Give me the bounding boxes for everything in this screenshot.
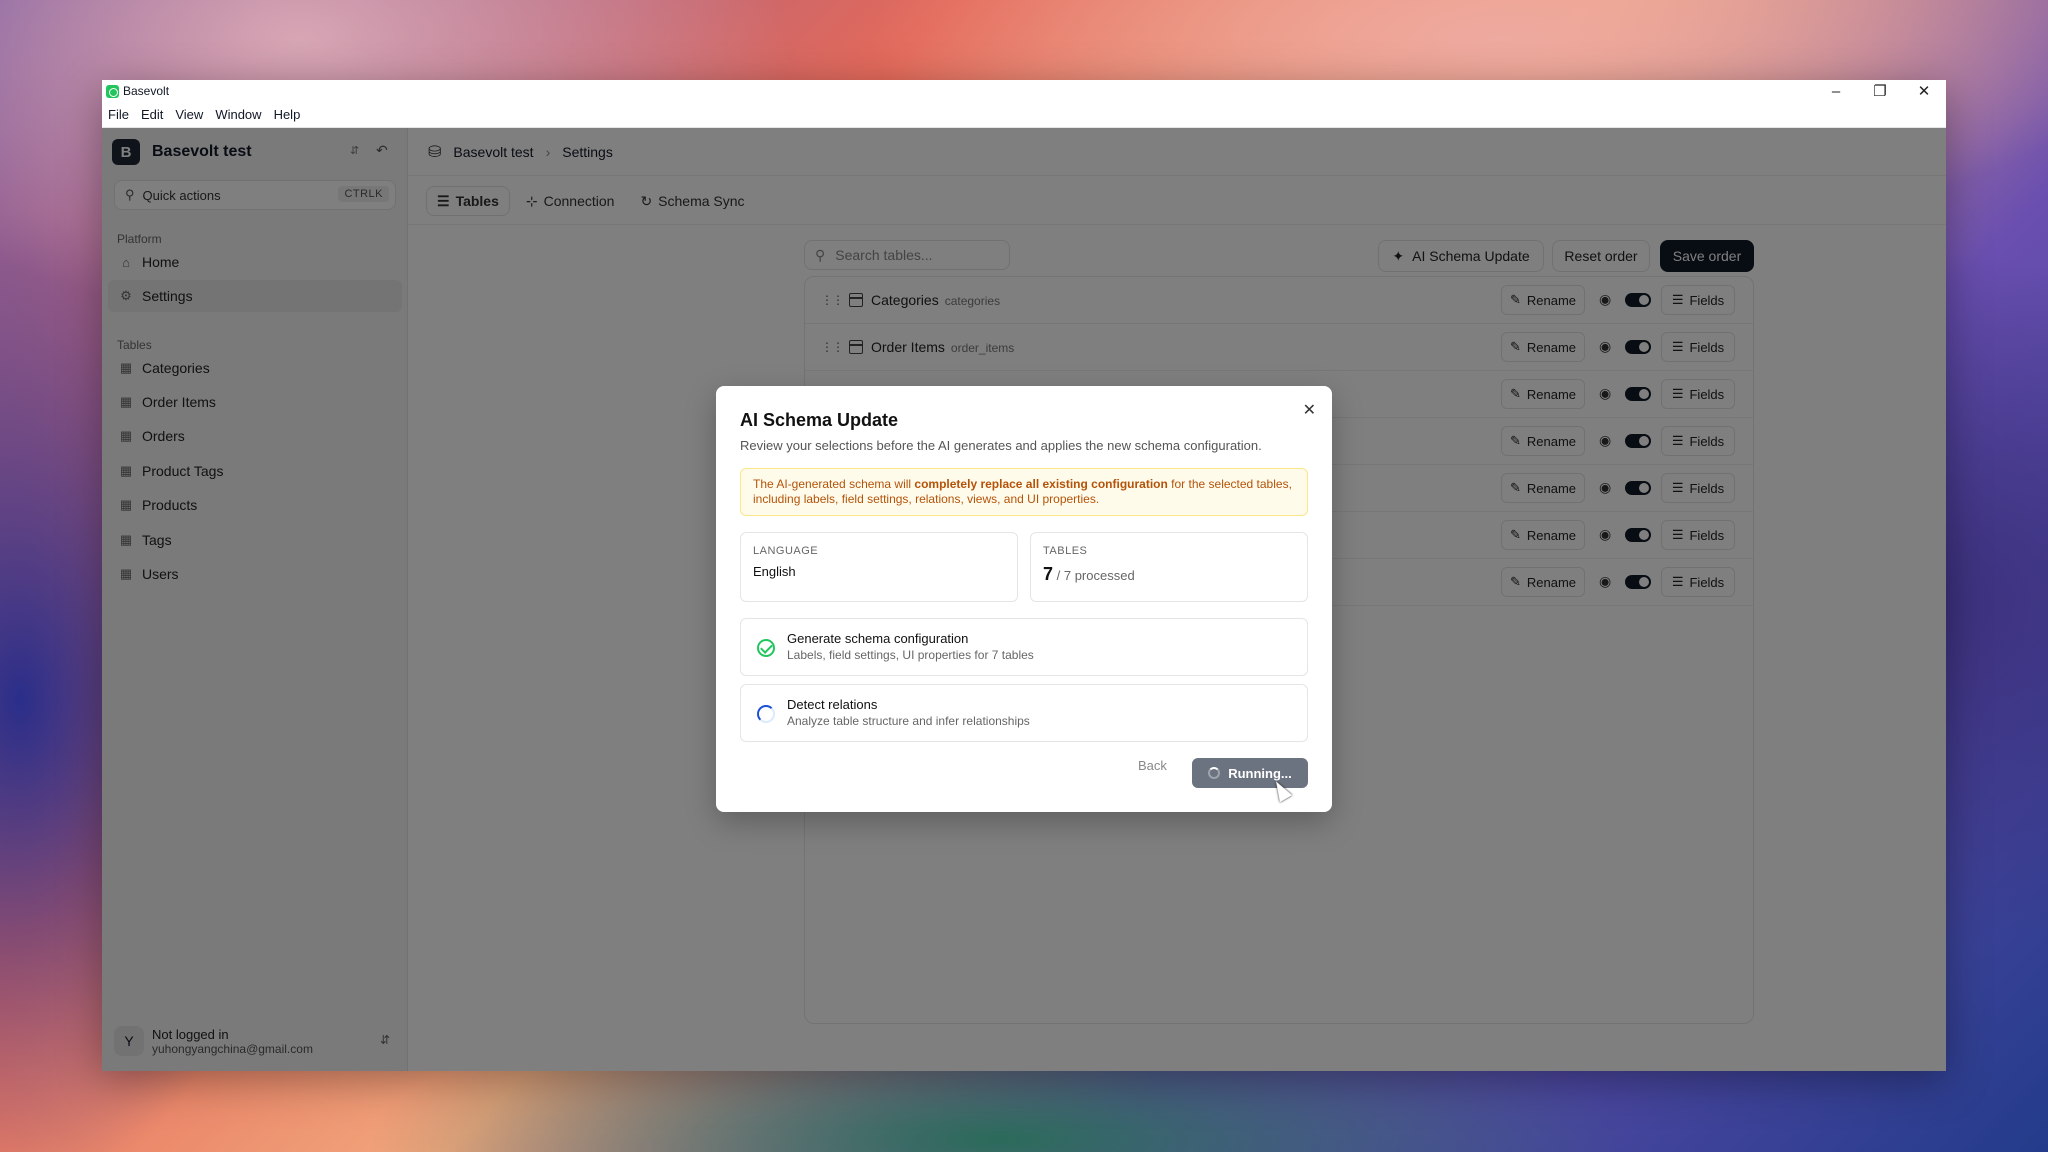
title-bar: Basevolt – ❐ ✕ [102,80,1946,102]
check-circle-icon [757,639,775,657]
back-button[interactable]: Back [1138,758,1167,773]
tables-label: TABLES [1043,545,1088,557]
menu-window[interactable]: Window [215,107,261,122]
app-logo-icon [106,84,119,98]
running-button[interactable]: Running... [1192,758,1308,788]
tables-processed: / 7 processed [1056,568,1135,583]
minimize-icon[interactable]: – [1814,80,1858,102]
step-subtitle: Labels, field settings, UI properties fo… [787,648,1034,662]
tables-count: 7 [1043,564,1054,584]
ai-schema-update-dialog: ✕ AI Schema Update Review your selection… [716,386,1332,812]
language-label: LANGUAGE [753,545,819,557]
step-subtitle: Analyze table structure and infer relati… [787,714,1030,728]
menu-view[interactable]: View [175,107,203,122]
warning-text: The AI-generated schema will [753,477,915,491]
warning-emphasis: completely replace all existing configur… [914,477,1168,491]
step-title: Detect relations [787,697,878,712]
menu-bar: File Edit View Window Help [102,102,1946,128]
language-card: LANGUAGE English [740,532,1018,602]
dialog-description: Review your selections before the AI gen… [740,438,1262,453]
step-detect-relations: Detect relations Analyze table structure… [740,684,1308,742]
window-title: Basevolt [123,84,170,98]
dialog-title: AI Schema Update [740,410,899,430]
menu-file[interactable]: File [108,107,129,122]
menu-edit[interactable]: Edit [141,107,163,122]
warning-callout: The AI-generated schema will completely … [740,468,1308,516]
tables-card: TABLES 7 / 7 processed [1030,532,1308,602]
language-value: English [753,564,796,579]
spinner-icon [1208,767,1221,779]
step-generate-schema: Generate schema configuration Labels, fi… [740,618,1308,676]
close-window-icon[interactable]: ✕ [1902,80,1946,102]
step-title: Generate schema configuration [787,631,969,646]
spinner-icon [757,705,775,723]
close-icon[interactable]: ✕ [1303,400,1316,420]
menu-help[interactable]: Help [274,107,301,122]
restore-icon[interactable]: ❐ [1858,80,1902,102]
